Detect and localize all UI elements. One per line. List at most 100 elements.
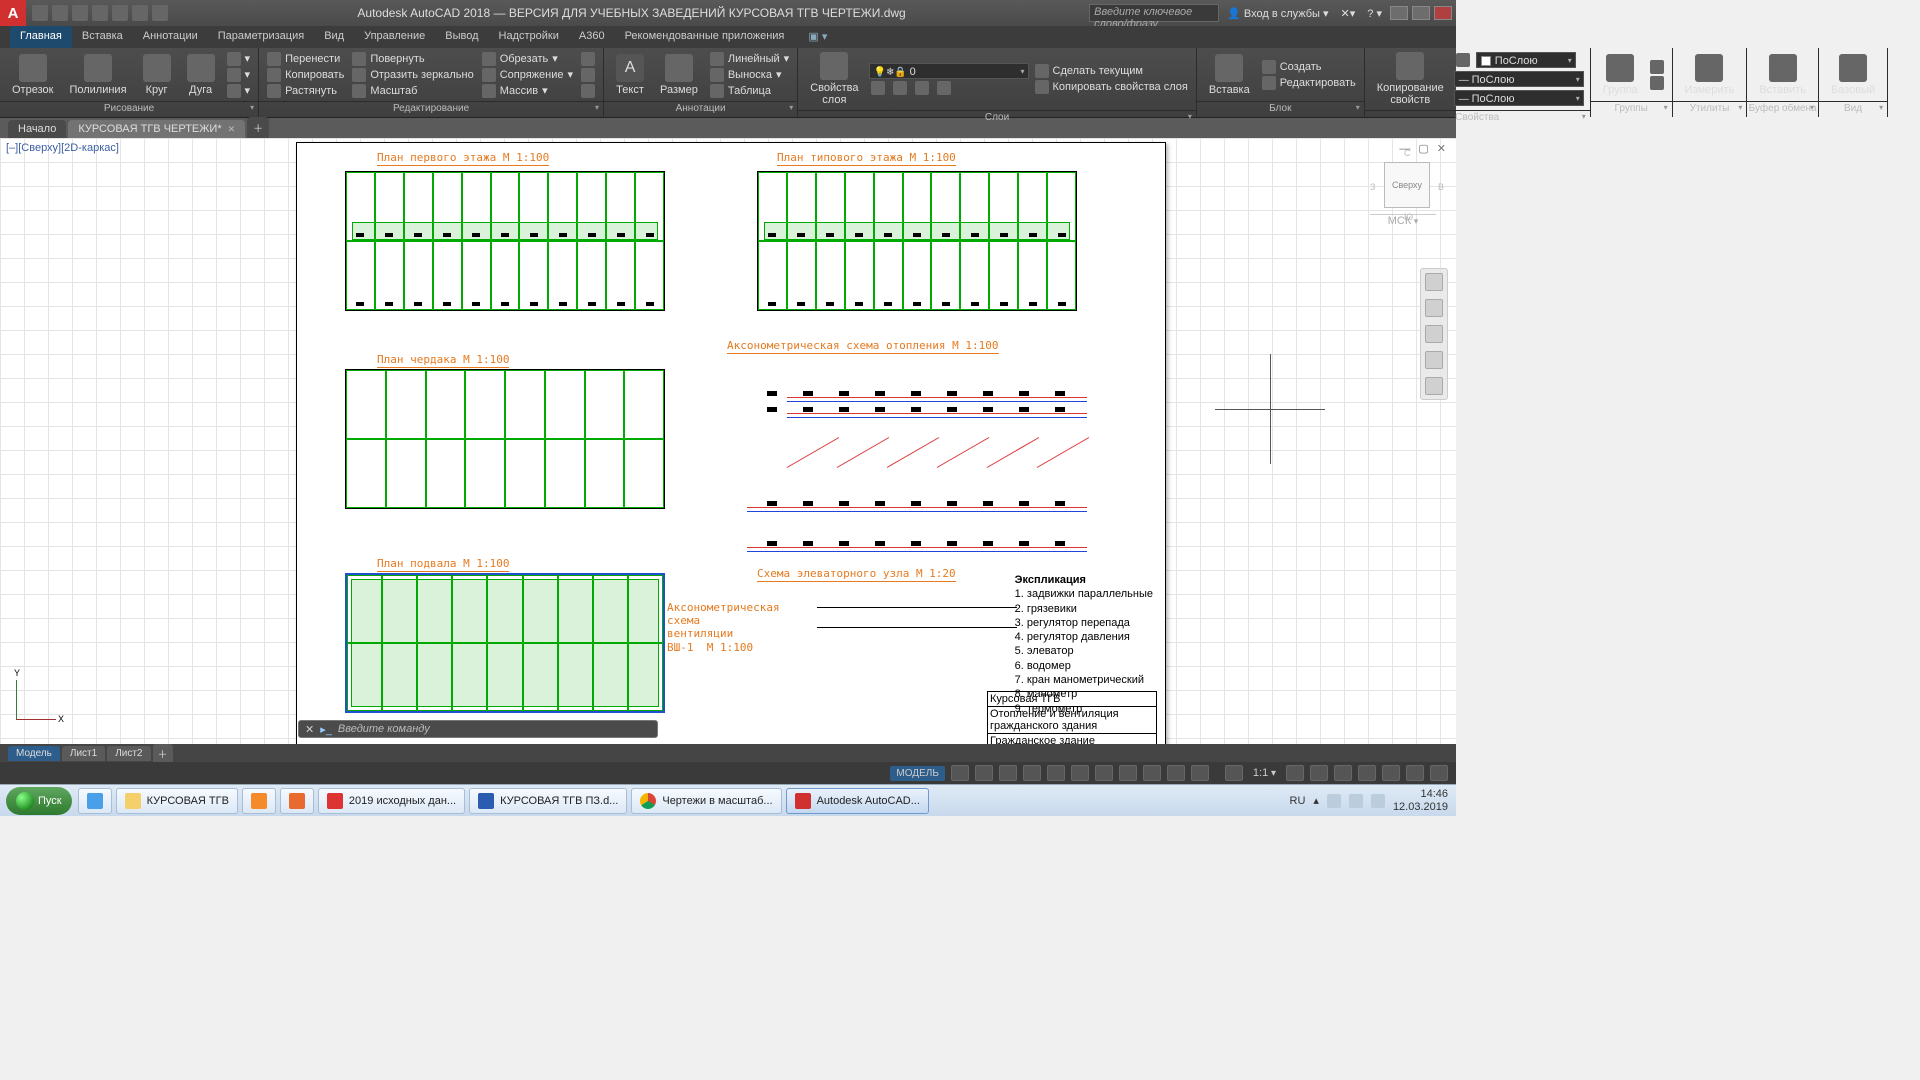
block-create-button[interactable]: Создать: [1260, 60, 1358, 74]
status-isolate-icon[interactable]: [1358, 765, 1376, 781]
scale-button[interactable]: Масштаб: [350, 84, 475, 98]
panel-title-annotation[interactable]: Аннотации: [604, 101, 797, 117]
help-icon[interactable]: ? ▾: [1363, 7, 1386, 20]
ribbon-tab-output[interactable]: Вывод: [435, 26, 488, 48]
panel-title-clipboard[interactable]: Буфер обмена: [1747, 101, 1818, 117]
window-close-button[interactable]: [1434, 6, 1452, 20]
tray-lang[interactable]: RU: [1290, 795, 1306, 807]
qat-saveas-icon[interactable]: [92, 5, 108, 21]
status-cleanscreen-icon[interactable]: [1406, 765, 1424, 781]
status-snap-icon[interactable]: [975, 765, 993, 781]
panel-title-view[interactable]: Вид: [1819, 101, 1887, 117]
layout-tab-sheet2[interactable]: Лист2: [107, 746, 150, 761]
qat-open-icon[interactable]: [52, 5, 68, 21]
status-ortho-icon[interactable]: [999, 765, 1017, 781]
text-button[interactable]: AТекст: [610, 52, 650, 98]
linetype-combo[interactable]: — ПоСлою: [1454, 90, 1584, 106]
app-logo[interactable]: A: [0, 0, 26, 26]
layer-tool-4[interactable]: [935, 81, 953, 95]
qat-redo-icon[interactable]: [152, 5, 168, 21]
status-cycling-icon[interactable]: [1191, 765, 1209, 781]
nav-orbit-icon[interactable]: [1425, 351, 1443, 369]
help-search-input[interactable]: Введите ключевое слово/фразу: [1089, 4, 1219, 22]
block-insert-button[interactable]: Вставка: [1203, 52, 1256, 98]
taskbar-item-chrome[interactable]: Чертежи в масштаб...: [631, 788, 781, 814]
qat-save-icon[interactable]: [72, 5, 88, 21]
doc-tab-new[interactable]: ＋: [247, 117, 269, 138]
panel-title-draw[interactable]: Рисование: [0, 101, 258, 117]
tray-flag-icon[interactable]: [1371, 794, 1385, 808]
ribbon-tab-focus[interactable]: ▣ ▾: [798, 26, 837, 48]
signin-label[interactable]: 👤 Вход в службы ▾: [1223, 7, 1332, 20]
taskbar-item-explorer[interactable]: КУРСОВАЯ ТГВ: [116, 788, 238, 814]
qat-undo-icon[interactable]: [132, 5, 148, 21]
leader-button[interactable]: Выноска ▾: [708, 68, 791, 82]
panel-title-modify[interactable]: Редактирование: [259, 101, 603, 117]
ribbon-tab-insert[interactable]: Вставка: [72, 26, 133, 48]
status-hardware-icon[interactable]: [1382, 765, 1400, 781]
taskbar-item-word[interactable]: КУРСОВАЯ ТГВ ПЗ.d...: [469, 788, 627, 814]
qat-plot-icon[interactable]: [112, 5, 128, 21]
panel-title-layers[interactable]: Слои: [798, 110, 1196, 123]
make-current-button[interactable]: Сделать текущим: [1033, 64, 1190, 78]
ribbon-tab-featured[interactable]: Рекомендованные приложения: [615, 26, 795, 48]
viewcube-face-top[interactable]: Сверху: [1384, 162, 1430, 208]
paste-button[interactable]: Вставить: [1753, 52, 1812, 98]
taskbar-item-firefox[interactable]: [280, 788, 314, 814]
arc-button[interactable]: Дуга: [181, 52, 221, 98]
status-3dosnap-icon[interactable]: [1071, 765, 1089, 781]
modify-ext-3[interactable]: [579, 84, 597, 98]
window-restore-button[interactable]: [1412, 6, 1430, 20]
trim-button[interactable]: Обрезать ▾: [480, 52, 575, 66]
layout-tab-model[interactable]: Модель: [8, 746, 60, 761]
modify-ext-2[interactable]: [579, 68, 597, 82]
mirror-button[interactable]: Отразить зеркально: [350, 68, 475, 82]
copy-button[interactable]: Копировать: [265, 68, 346, 82]
status-transparency-icon[interactable]: [1167, 765, 1185, 781]
baseview-button[interactable]: Базовый: [1825, 52, 1881, 98]
measure-button[interactable]: Измерить: [1679, 52, 1741, 98]
layer-tool-2[interactable]: [891, 81, 909, 95]
table-button[interactable]: Таблица: [708, 84, 791, 98]
nav-zoom-icon[interactable]: [1425, 325, 1443, 343]
status-customize-icon[interactable]: [1430, 765, 1448, 781]
doc-tab-start[interactable]: Начало: [8, 120, 66, 138]
command-line[interactable]: ✕ ▸_ Введите команду: [298, 720, 658, 738]
modify-ext-1[interactable]: [579, 52, 597, 66]
ribbon-tab-addins[interactable]: Надстройки: [489, 26, 569, 48]
tray-clock[interactable]: 14:4612.03.2019: [1393, 788, 1448, 812]
layout-tab-add[interactable]: ＋: [153, 744, 173, 763]
group-button[interactable]: Группа: [1597, 52, 1644, 98]
nav-showmotion-icon[interactable]: [1425, 377, 1443, 395]
taskbar-item-pdf[interactable]: 2019 исходных дан...: [318, 788, 465, 814]
draw-ext-2[interactable]: ▾: [225, 68, 253, 82]
color-combo[interactable]: ПоСлою: [1476, 52, 1576, 68]
viewport-label[interactable]: [–][Сверху][2D-каркас]: [6, 142, 119, 154]
group-ext-1[interactable]: [1648, 60, 1666, 74]
viewcube-wcs[interactable]: МСК ▾: [1370, 214, 1436, 236]
lineweight-combo[interactable]: — ПоСлою: [1454, 71, 1584, 87]
qat-new-icon[interactable]: [32, 5, 48, 21]
status-otrack-icon[interactable]: [1095, 765, 1113, 781]
start-button[interactable]: Пуск: [6, 787, 72, 815]
panel-title-block[interactable]: Блок: [1197, 101, 1364, 117]
doc-tab-drawing[interactable]: КУРСОВАЯ ТГВ ЧЕРТЕЖИ*✕: [68, 120, 245, 138]
ribbon-tab-a360[interactable]: A360: [569, 26, 615, 48]
status-dyn-icon[interactable]: [1119, 765, 1137, 781]
layer-tool-1[interactable]: [869, 81, 887, 95]
status-workspace-icon[interactable]: [1310, 765, 1328, 781]
nav-pan-icon[interactable]: [1425, 299, 1443, 317]
panel-title-properties[interactable]: Свойства: [1365, 110, 1590, 123]
status-annotation-icon[interactable]: [1286, 765, 1304, 781]
taskbar-item-wmp[interactable]: [242, 788, 276, 814]
taskbar-item-ie[interactable]: [78, 788, 112, 814]
draw-ext-1[interactable]: ▾: [225, 52, 253, 66]
status-osnap-icon[interactable]: [1047, 765, 1065, 781]
dimension-button[interactable]: Размер: [654, 52, 704, 98]
array-button[interactable]: Массив ▾: [480, 84, 575, 98]
window-minimize-button[interactable]: [1390, 6, 1408, 20]
nav-fullnav-icon[interactable]: [1425, 273, 1443, 291]
layer-combo[interactable]: 💡❄🔒 0: [869, 63, 1029, 79]
match-layer-button[interactable]: Копировать свойства слоя: [1033, 80, 1190, 94]
ribbon-tab-parametric[interactable]: Параметризация: [208, 26, 314, 48]
